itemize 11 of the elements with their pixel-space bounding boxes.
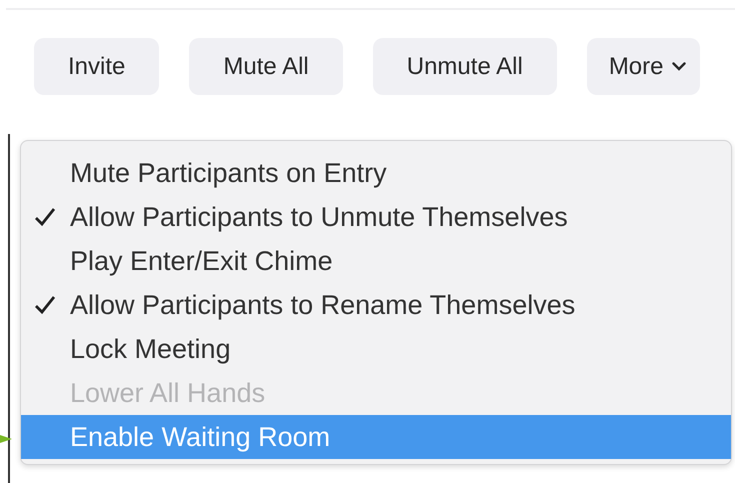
menu-item[interactable]: Mute Participants on Entry <box>21 151 731 195</box>
menu-item[interactable]: Lock Meeting <box>21 327 731 371</box>
toolbar-button[interactable]: Mute All <box>189 38 343 95</box>
menu-item[interactable]: Play Enter/Exit Chime <box>21 239 731 283</box>
menu-item[interactable]: Allow Participants to Rename Themselves <box>21 283 731 327</box>
more-button[interactable]: More <box>586 38 700 95</box>
menu-item[interactable]: Allow Participants to Unmute Themselves <box>21 195 731 239</box>
chevron-down-icon <box>672 62 686 71</box>
toolbar-button[interactable]: Invite <box>34 38 160 95</box>
toolbar-button[interactable]: Unmute All <box>372 38 557 95</box>
pointer-arrow-icon <box>0 433 12 445</box>
